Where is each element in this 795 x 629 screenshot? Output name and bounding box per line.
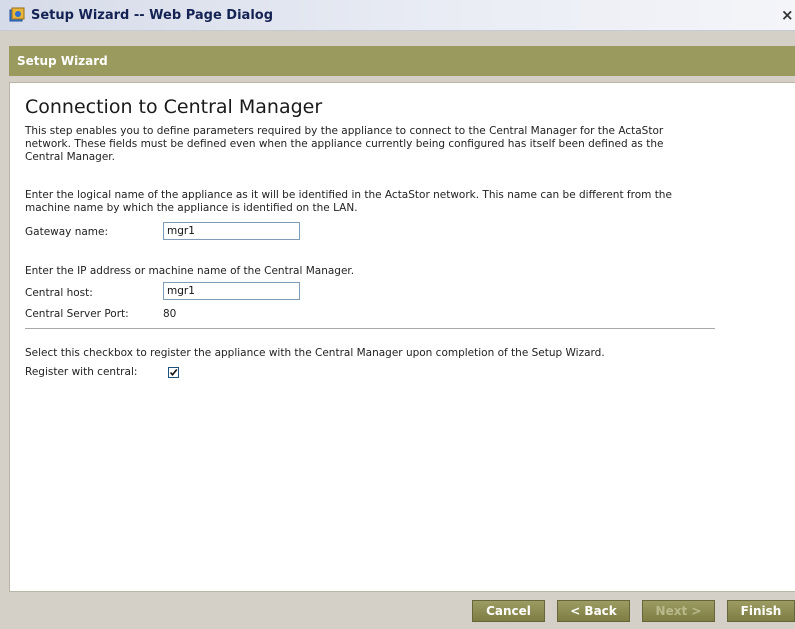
gateway-help-line: machine name by which the appliance is i… <box>25 202 358 214</box>
register-label: Register with central: <box>25 366 138 378</box>
intro-line: network. These fields must be defined ev… <box>25 138 664 150</box>
intro-paragraph: This step enables you to define paramete… <box>25 125 663 164</box>
intro-line: Central Manager. <box>25 151 115 163</box>
close-icon[interactable]: × <box>781 6 795 24</box>
central-host-input[interactable] <box>163 282 300 300</box>
section-divider <box>25 328 715 329</box>
window-title: Setup Wizard -- Web Page Dialog <box>31 8 274 23</box>
gateway-name-input[interactable] <box>163 222 300 240</box>
gateway-help-line: Enter the logical name of the appliance … <box>25 189 672 201</box>
host-help-text: Enter the IP address or machine name of … <box>25 265 355 277</box>
register-checkbox[interactable] <box>168 367 179 378</box>
central-host-label: Central host: <box>25 287 93 299</box>
wizard-band-title: Setup Wizard <box>17 54 108 68</box>
checkmark-icon <box>169 368 178 377</box>
back-button[interactable]: < Back <box>557 600 630 622</box>
intro-line: This step enables you to define paramete… <box>25 125 664 137</box>
content-panel: Connection to Central Manager This step … <box>9 82 795 592</box>
central-port-value: 80 <box>163 308 177 320</box>
ie-dialog-icon <box>9 7 26 23</box>
gateway-help-text: Enter the logical name of the appliance … <box>25 189 672 215</box>
gateway-name-label: Gateway name: <box>25 226 109 238</box>
central-port-label: Central Server Port: <box>25 308 129 320</box>
cancel-button[interactable]: Cancel <box>472 600 545 622</box>
page-title: Connection to Central Manager <box>25 96 323 118</box>
wizard-header-band: Setup Wizard <box>9 46 795 76</box>
register-help-text: Select this checkbox to register the app… <box>25 347 605 359</box>
window-title-bar: Setup Wizard -- Web Page Dialog × <box>0 0 795 31</box>
finish-button[interactable]: Finish <box>727 600 795 622</box>
next-button[interactable]: Next > <box>642 600 715 622</box>
